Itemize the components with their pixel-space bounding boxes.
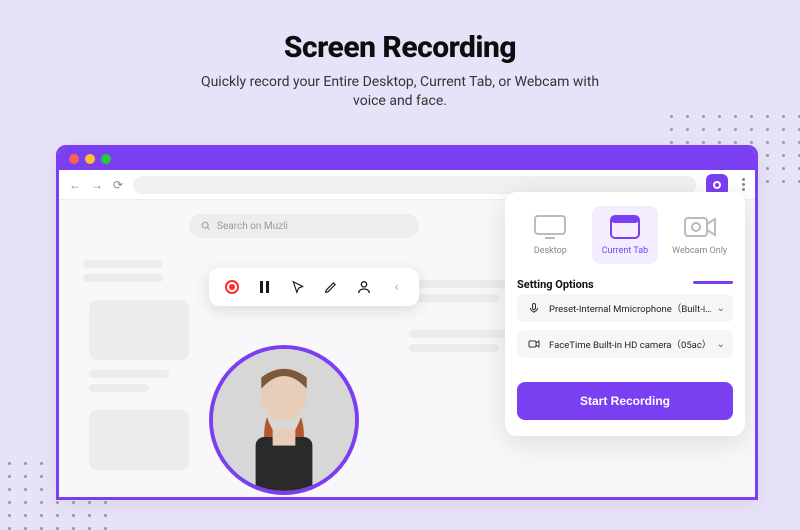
mode-label: Webcam Only: [668, 246, 731, 256]
mode-selector: Desktop Current Tab Webcam Only: [517, 206, 733, 264]
browser-window: ← → ⟳ Search on Muzli: [56, 145, 758, 500]
camera-toggle-button[interactable]: [351, 274, 377, 300]
mode-webcam-only[interactable]: Webcam Only: [666, 206, 733, 264]
skeleton-line: [409, 294, 499, 302]
pause-button[interactable]: [252, 274, 278, 300]
window-close-button[interactable]: [69, 154, 79, 164]
person-icon: [356, 279, 372, 295]
skeleton-card: [89, 410, 189, 470]
search-icon: [201, 221, 211, 231]
tab-icon: [609, 214, 641, 240]
skeleton-line: [89, 384, 149, 392]
skeleton-line: [83, 274, 163, 282]
window-titlebar: [59, 148, 755, 170]
window-minimize-button[interactable]: [85, 154, 95, 164]
microphone-icon: [525, 302, 543, 314]
window-maximize-button[interactable]: [101, 154, 111, 164]
page-content: Search on Muzli ‹: [59, 200, 755, 497]
page-title: Screen Recording: [0, 0, 800, 65]
skeleton-card: [89, 300, 189, 360]
accent-underline: [693, 281, 733, 284]
camera-label: FaceTime Built-in HD camera（05ac）: [543, 337, 717, 351]
page-subtitle: Quickly record your Entire Desktop, Curr…: [0, 73, 800, 111]
browser-menu-icon[interactable]: [742, 178, 745, 191]
reload-icon[interactable]: ⟳: [113, 178, 123, 192]
recording-panel: Desktop Current Tab Webcam Only Setting …: [505, 192, 745, 436]
webcam-icon: [683, 215, 717, 239]
skeleton-line: [409, 280, 519, 288]
record-indicator-icon: [225, 280, 239, 294]
desktop-icon: [533, 214, 567, 240]
mode-desktop[interactable]: Desktop: [517, 206, 584, 264]
back-icon[interactable]: ←: [69, 178, 81, 192]
recording-toolbar: ‹: [209, 268, 419, 306]
skeleton-line: [89, 370, 169, 378]
skeleton-line: [409, 344, 499, 352]
cursor-tool-button[interactable]: [285, 274, 311, 300]
microphone-select[interactable]: Preset-Internal Mmicrophone（Built-in） ⌄: [517, 294, 733, 322]
camera-select[interactable]: FaceTime Built-in HD camera（05ac） ⌄: [517, 330, 733, 358]
mode-current-tab[interactable]: Current Tab: [592, 206, 659, 264]
record-icon: [711, 179, 723, 191]
start-recording-button[interactable]: Start Recording: [517, 382, 733, 420]
cursor-icon: [291, 280, 305, 294]
record-button[interactable]: [219, 274, 245, 300]
collapse-button[interactable]: ‹: [384, 274, 410, 300]
microphone-label: Preset-Internal Mmicrophone（Built-in）: [543, 301, 717, 315]
pause-icon: [260, 281, 269, 293]
skeleton-line: [83, 260, 163, 268]
skeleton-line: [409, 330, 519, 338]
draw-tool-button[interactable]: [318, 274, 344, 300]
pencil-icon: [324, 280, 338, 294]
chevron-down-icon: ⌄: [717, 339, 725, 350]
forward-icon[interactable]: →: [91, 178, 103, 192]
camera-icon: [525, 338, 543, 350]
page-search-input[interactable]: Search on Muzli: [189, 214, 419, 238]
url-bar[interactable]: [133, 176, 696, 194]
person-avatar-icon: [213, 349, 355, 491]
mode-label: Desktop: [519, 246, 582, 256]
mode-label: Current Tab: [594, 246, 657, 256]
webcam-preview[interactable]: [209, 345, 359, 495]
settings-heading: Setting Options: [517, 278, 733, 291]
chevron-down-icon: ⌄: [717, 303, 725, 314]
